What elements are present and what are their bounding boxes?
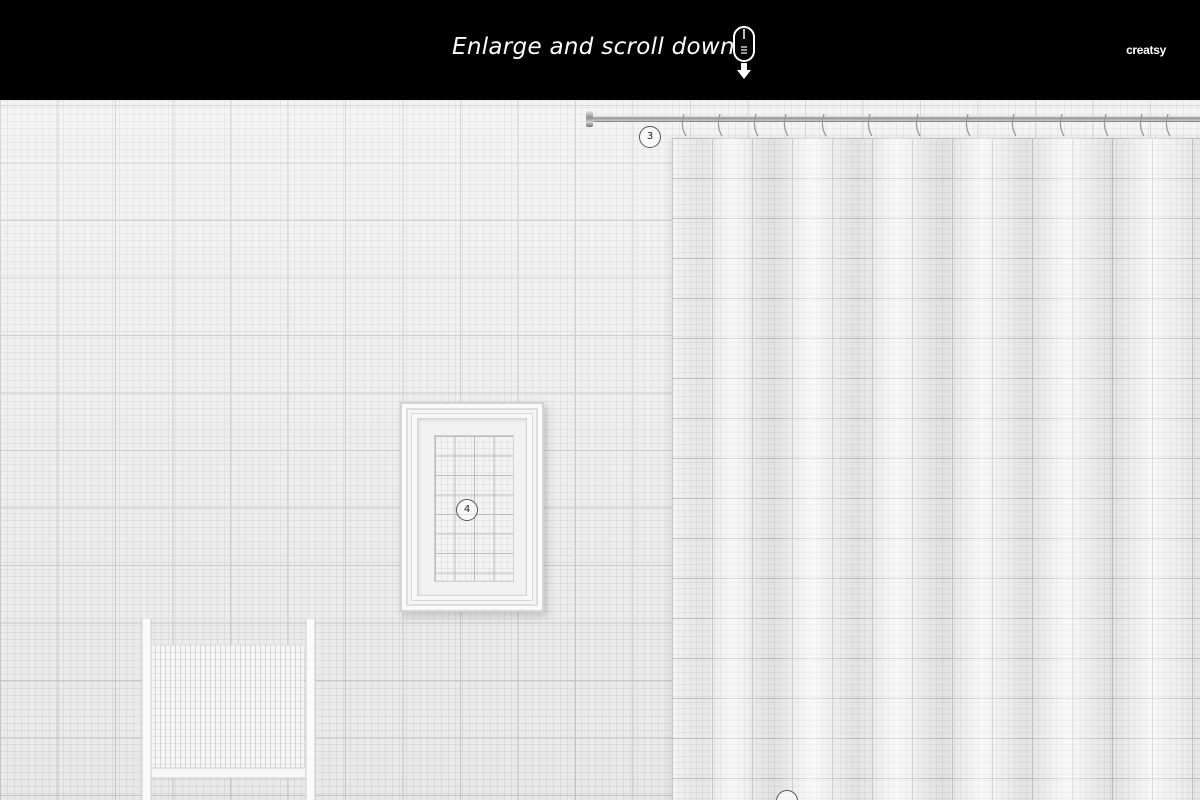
- shower-curtain: [672, 138, 1200, 800]
- brand-logo[interactable]: creatsy: [1126, 43, 1166, 57]
- marker-4: 4: [456, 499, 478, 521]
- top-banner: Enlarge and scroll down creatsy: [0, 0, 1200, 100]
- instruction-text: Enlarge and scroll down: [452, 34, 735, 60]
- bathroom-scene: 3 4: [0, 100, 1200, 800]
- mouse-scroll-down-icon: [733, 26, 755, 79]
- towel-ladder: [141, 618, 316, 800]
- curtain-rod: [586, 111, 1200, 137]
- marker-3: 3: [639, 126, 661, 148]
